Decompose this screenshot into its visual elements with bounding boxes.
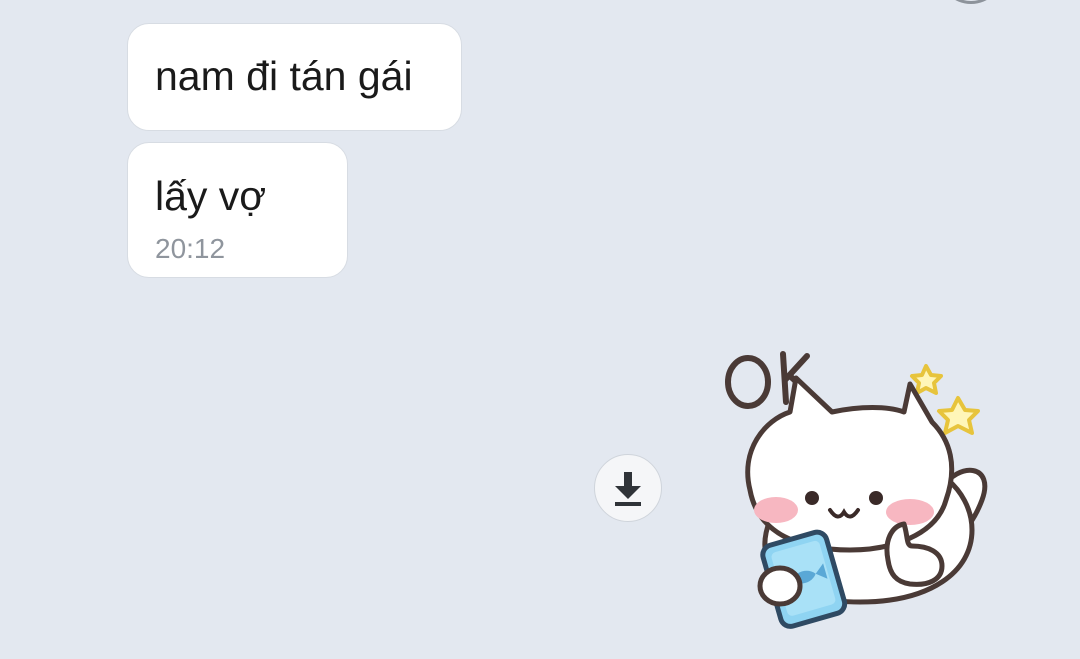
message-bubble[interactable]: lấy vợ 20:12 bbox=[127, 142, 348, 278]
cat-ok-sticker[interactable] bbox=[710, 340, 1010, 640]
download-sticker-button[interactable] bbox=[594, 454, 662, 522]
download-icon bbox=[611, 468, 645, 508]
partial-avatar[interactable] bbox=[938, 0, 1004, 4]
message-timestamp: 20:12 bbox=[155, 233, 226, 264]
message-bubble[interactable]: nam đi tán gái bbox=[127, 23, 462, 131]
message-text: nam đi tán gái bbox=[155, 53, 413, 99]
message-text: lấy vợ bbox=[155, 173, 267, 219]
